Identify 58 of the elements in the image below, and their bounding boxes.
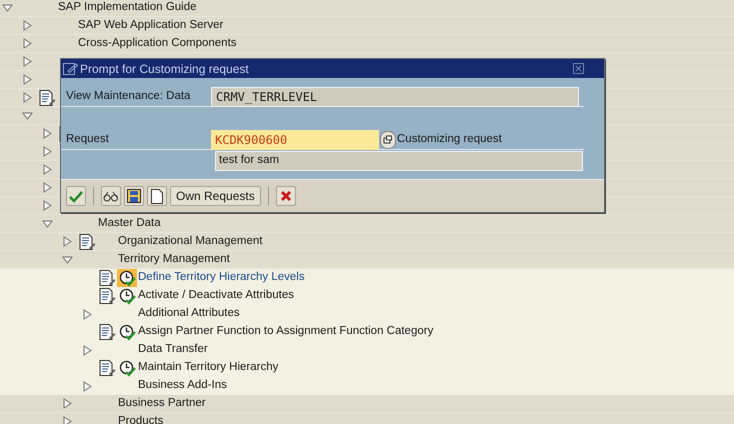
request-input-field[interactable]: KCDK900600 — [211, 130, 379, 150]
field-label: Request — [65, 132, 110, 148]
expand-arrow-icon[interactable] — [42, 200, 52, 211]
tree-node-label[interactable]: Maintain Territory Hierarchy — [137, 359, 278, 377]
document-edit-icon[interactable] — [78, 234, 96, 250]
new-document-button[interactable] — [147, 186, 167, 206]
expand-arrow-icon[interactable] — [62, 416, 72, 424]
object-field: CRMV_TERRLEVEL — [211, 86, 579, 106]
expand-arrow-icon[interactable] — [82, 308, 92, 320]
tree-node-label[interactable]: Master Data — [97, 214, 161, 232]
tree-node-label[interactable]: Cross-Application Components — [77, 34, 237, 52]
expand-arrow-icon[interactable] — [22, 20, 32, 31]
expand-arrow-icon[interactable] — [22, 56, 32, 67]
checkmark-icon — [69, 190, 83, 202]
expand-arrow-icon[interactable] — [62, 236, 72, 247]
own-requests-button[interactable]: Own Requests — [170, 186, 261, 206]
expand-arrow-icon[interactable] — [22, 92, 32, 103]
description-field: test for sam — [215, 151, 583, 171]
tree-node-label[interactable]: Organizational Management — [117, 232, 262, 250]
cancel-button[interactable] — [276, 186, 296, 206]
tree-node-label[interactable]: Additional Attributes — [137, 305, 240, 323]
value-help-icon[interactable] — [380, 131, 396, 149]
tree-node-label[interactable]: Products — [117, 412, 164, 424]
save-button[interactable] — [124, 186, 144, 206]
dialog-title: Prompt for Customizing request — [80, 60, 249, 78]
expand-arrow-icon[interactable] — [42, 164, 52, 175]
tree-node-label[interactable]: Data Transfer — [137, 341, 208, 359]
tree-node-label[interactable]: SAP Implementation Guide — [57, 0, 197, 16]
expand-arrow-icon[interactable] — [22, 74, 32, 85]
tree-node-label[interactable]: Business Add-Ins — [137, 377, 227, 395]
field-label: View Maintenance: Data — [65, 88, 192, 104]
tree-node-label[interactable]: SAP Web Application Server — [77, 16, 224, 34]
glasses-icon — [103, 190, 119, 202]
expand-arrow-icon[interactable] — [62, 398, 72, 409]
close-icon[interactable] — [573, 63, 584, 74]
expand-arrow-icon[interactable] — [22, 38, 32, 49]
document-edit-icon[interactable] — [98, 360, 116, 376]
collapse-arrow-icon[interactable] — [2, 4, 12, 12]
tree-node-label[interactable]: Business Partner — [117, 394, 206, 412]
collapse-arrow-icon[interactable] — [22, 112, 32, 120]
cross-icon — [280, 190, 292, 202]
display-button[interactable] — [101, 186, 121, 206]
confirm-button[interactable] — [66, 186, 86, 206]
expand-arrow-icon[interactable] — [42, 146, 52, 157]
document-edit-icon[interactable] — [98, 288, 116, 304]
request-hint: Customizing request — [397, 132, 502, 148]
blank-document-icon — [151, 188, 163, 204]
tree-node-label[interactable]: Territory Management — [117, 250, 230, 268]
collapse-arrow-icon[interactable] — [42, 220, 52, 228]
document-edit-icon[interactable] — [38, 90, 56, 106]
document-edit-icon[interactable] — [98, 270, 116, 286]
dialog-icon — [63, 62, 78, 74]
expand-arrow-icon[interactable] — [82, 344, 92, 356]
document-edit-icon[interactable] — [98, 324, 116, 340]
expand-arrow-icon[interactable] — [42, 128, 52, 139]
expand-arrow-icon[interactable] — [42, 182, 52, 193]
expand-arrow-icon[interactable] — [82, 380, 92, 392]
collapse-arrow-icon[interactable] — [62, 256, 72, 264]
